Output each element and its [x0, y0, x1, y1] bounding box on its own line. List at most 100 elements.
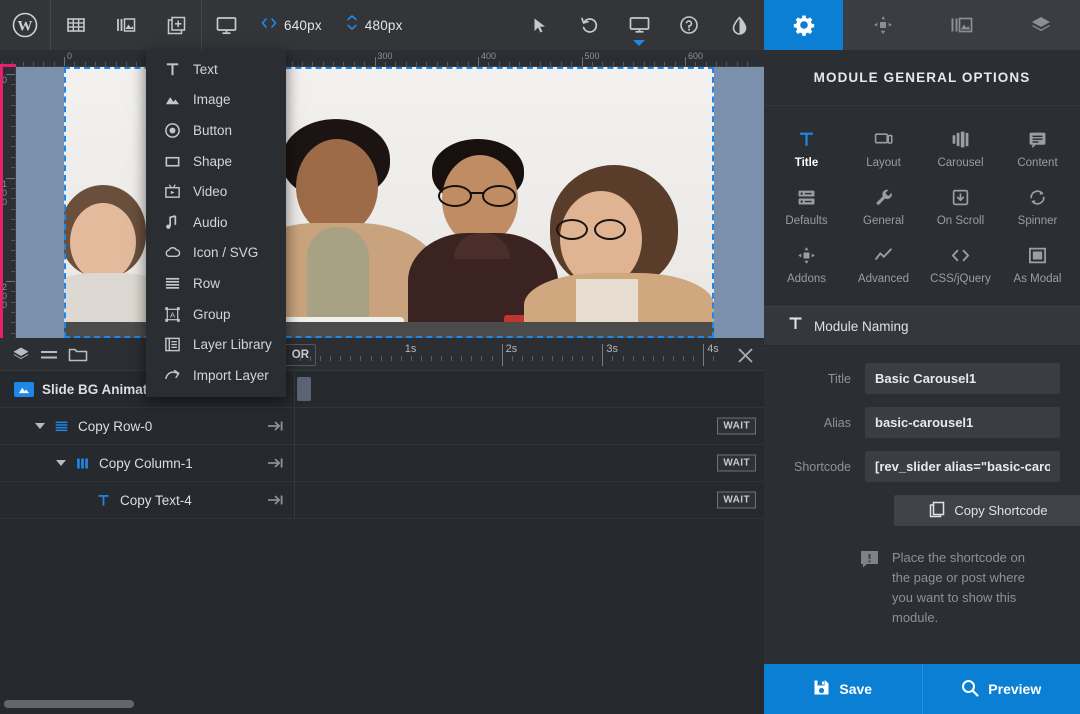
title-field[interactable]: [865, 363, 1060, 394]
close-icon[interactable]: [732, 342, 758, 368]
settings-tab[interactable]: [764, 0, 843, 50]
option-advanced[interactable]: Advanced: [845, 236, 922, 294]
wait-badge[interactable]: WAIT: [717, 491, 756, 509]
folder-icon[interactable]: [68, 347, 88, 363]
device-monitor-icon[interactable]: [204, 0, 249, 50]
layer-timeline-track[interactable]: WAIT: [294, 408, 764, 444]
shortcode-hint-text: Place the shortcode on the page or post …: [892, 550, 1025, 625]
module-naming-form: Title Alias Shortcode Copy Shortcode: [764, 346, 1080, 628]
layer-timeline-track[interactable]: WAIT: [294, 445, 764, 481]
option-carousel[interactable]: Carousel: [922, 120, 999, 178]
modal-icon: [1028, 244, 1047, 266]
text-icon: [797, 128, 816, 150]
alias-label: Alias: [823, 415, 851, 430]
cursor-icon[interactable]: [514, 0, 564, 50]
layer-menu-item-label: Row: [193, 275, 221, 291]
contrast-icon[interactable]: [714, 0, 764, 50]
cloud-icon: [164, 244, 181, 261]
layer-menu-item-video[interactable]: Video: [146, 176, 286, 207]
layer-row-label[interactable]: Copy Column-1: [0, 445, 294, 481]
image-icon: [14, 381, 34, 397]
import-icon: [164, 367, 181, 384]
option-defaults[interactable]: Defaults: [768, 178, 845, 236]
layer-menu-item-layer-library[interactable]: Layer Library: [146, 329, 286, 360]
wait-badge[interactable]: WAIT: [717, 417, 756, 435]
layout-icon: [874, 128, 893, 150]
jump-to-end-icon[interactable]: [267, 420, 284, 433]
layer-menu-item-image[interactable]: Image: [146, 85, 286, 116]
option-label: Carousel: [937, 157, 984, 169]
grid-icon[interactable]: [51, 0, 101, 50]
wordpress-logo[interactable]: W: [0, 0, 50, 50]
jump-to-end-icon[interactable]: [267, 457, 284, 470]
timeline-panel: OR 1s 2s 3s 4s Slide BG Animation Copy Row-…: [0, 338, 764, 714]
layer-row-label[interactable]: Copy Row-0: [0, 408, 294, 444]
slides-icon[interactable]: [101, 0, 151, 50]
layer-timeline-track[interactable]: [294, 371, 764, 407]
option-layout[interactable]: Layout: [845, 120, 922, 178]
ruler-origin-marker-v: [0, 67, 3, 338]
option-label: Spinner: [1017, 215, 1058, 227]
layer-menu-item-icon-svg[interactable]: Icon / SVG: [146, 238, 286, 269]
video-icon: [164, 183, 181, 200]
layer-menu-item-shape[interactable]: Shape: [146, 146, 286, 177]
timeline-row[interactable]: Copy Text-4 WAIT: [0, 482, 764, 519]
bg-animation-bar[interactable]: [297, 377, 311, 401]
undo-icon[interactable]: [564, 0, 614, 50]
canvas-height-control[interactable]: 480px: [334, 0, 415, 50]
shortcode-hint: Place the shortcode on the page or post …: [860, 526, 1060, 628]
preview-button[interactable]: Preview: [921, 664, 1080, 714]
layer-timeline-track[interactable]: WAIT: [294, 482, 764, 518]
alias-field[interactable]: [865, 407, 1060, 438]
option-title[interactable]: Title: [768, 120, 845, 178]
row-collapse-caret[interactable]: [35, 423, 45, 429]
canvas-width-control[interactable]: 640px: [249, 0, 334, 50]
option-content[interactable]: Content: [999, 120, 1076, 178]
layer-menu-item-import-layer[interactable]: Import Layer: [146, 360, 286, 391]
copy-shortcode-button[interactable]: Copy Shortcode: [894, 495, 1080, 526]
canvas-area[interactable]: [16, 67, 764, 338]
jump-to-end-icon[interactable]: [267, 494, 284, 507]
save-icon: [813, 679, 830, 699]
timeline-row[interactable]: Copy Column-1 WAIT: [0, 445, 764, 482]
wait-badge[interactable]: WAIT: [717, 454, 756, 472]
option-as-modal[interactable]: As Modal: [999, 236, 1076, 294]
layer-menu-item-row[interactable]: Row: [146, 268, 286, 299]
layer-menu-item-audio[interactable]: Audio: [146, 207, 286, 238]
row-collapse-caret[interactable]: [56, 460, 66, 466]
addons-tab[interactable]: [843, 0, 922, 50]
panel-title: MODULE GENERAL OPTIONS: [764, 50, 1080, 106]
timeline-row[interactable]: Copy Row-0 WAIT: [0, 408, 764, 445]
slides-tab[interactable]: [922, 0, 1001, 50]
layer-menu-item-group[interactable]: A Group: [146, 299, 286, 330]
list-icon[interactable]: [40, 348, 58, 362]
option-spinner[interactable]: Spinner: [999, 178, 1076, 236]
group-icon: A: [164, 306, 181, 323]
option-label: Addons: [786, 273, 826, 285]
chevron-down-icon[interactable]: [633, 40, 645, 46]
layer-name: Copy Text-4: [120, 492, 192, 508]
layer-menu-item-button[interactable]: Button: [146, 115, 286, 146]
option-general[interactable]: General: [845, 178, 922, 236]
preview-monitor-icon[interactable]: [614, 0, 664, 50]
add-slide-icon[interactable]: [151, 0, 201, 50]
save-label: Save: [839, 681, 873, 697]
help-icon[interactable]: [664, 0, 714, 50]
save-button[interactable]: Save: [764, 664, 922, 714]
layer-menu-item-text[interactable]: Text: [146, 54, 286, 85]
timeline-row[interactable]: Slide BG Animation: [0, 371, 764, 408]
shortcode-row: Shortcode: [764, 451, 1060, 482]
layer-menu-item-label: Icon / SVG: [193, 245, 259, 261]
width-arrows-icon: [261, 16, 277, 34]
horizontal-ruler[interactable]: 0 300 400 500 600: [0, 50, 764, 67]
layer-row-label[interactable]: Copy Text-4: [0, 482, 294, 518]
option-css-jquery[interactable]: CSS/jQuery: [922, 236, 999, 294]
layers-icon[interactable]: [12, 346, 30, 363]
shortcode-field[interactable]: [865, 451, 1060, 482]
option-on-scroll[interactable]: On Scroll: [922, 178, 999, 236]
option-addons[interactable]: Addons: [768, 236, 845, 294]
layers-tab[interactable]: [1001, 0, 1080, 50]
timeline-ruler[interactable]: 1s 2s 3s 4s: [294, 338, 724, 371]
horizontal-scrollbar[interactable]: [4, 700, 134, 708]
layer-menu-item-label: Group: [193, 306, 231, 322]
